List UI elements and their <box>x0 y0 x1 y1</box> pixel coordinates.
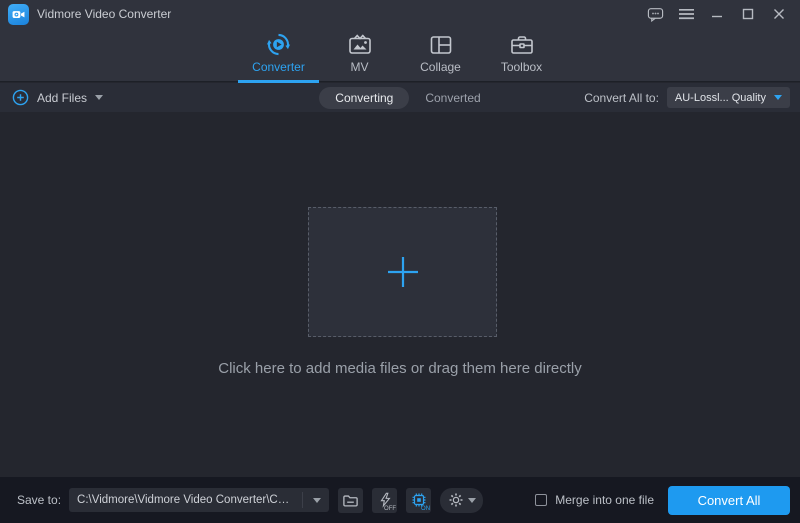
gpu-acceleration-state: ON <box>421 506 430 512</box>
tab-collage-label: Collage <box>420 60 461 74</box>
mv-icon <box>347 31 373 58</box>
main-nav: Converter MV <box>0 26 800 82</box>
format-chevron-down-icon <box>774 95 782 100</box>
merge-checkbox[interactable] <box>535 494 547 506</box>
save-path-input[interactable] <box>69 488 297 512</box>
collage-icon <box>428 31 454 58</box>
tab-converted[interactable]: Converted <box>425 91 480 105</box>
footer-bar: Save to: OFF ON <box>0 477 800 523</box>
feedback-icon[interactable] <box>644 4 666 24</box>
menu-icon[interactable] <box>675 4 697 24</box>
save-path-chevron-down-icon[interactable] <box>313 498 321 503</box>
hardware-acceleration-button[interactable]: OFF <box>372 488 397 513</box>
app-title: Vidmore Video Converter <box>37 7 171 21</box>
tab-mv-label: MV <box>351 60 369 74</box>
maximize-icon[interactable] <box>737 4 759 24</box>
app-window: Vidmore Video Converter <box>0 0 800 523</box>
media-dropzone[interactable] <box>308 207 497 337</box>
tab-mv[interactable]: MV <box>319 26 400 82</box>
settings-button[interactable] <box>440 488 483 513</box>
convert-all-to: Convert All to: AU-Lossl... Quality <box>584 83 790 112</box>
titlebar: Vidmore Video Converter <box>0 0 800 28</box>
window-controls <box>644 4 790 24</box>
tab-toolbox-label: Toolbox <box>501 60 542 74</box>
save-path-box <box>69 488 329 512</box>
tab-converter[interactable]: Converter <box>238 26 319 82</box>
tab-collage[interactable]: Collage <box>400 26 481 82</box>
main-area: Click here to add media files or drag th… <box>0 112 800 477</box>
open-folder-button[interactable] <box>338 488 363 513</box>
gpu-acceleration-button[interactable]: ON <box>406 488 431 513</box>
hardware-acceleration-state: OFF <box>384 506 396 512</box>
save-to-label: Save to: <box>17 493 61 507</box>
tab-toolbox[interactable]: Toolbox <box>481 26 562 82</box>
dropzone-hint: Click here to add media files or drag th… <box>0 360 800 377</box>
output-format-value: AU-Lossl... Quality <box>675 92 766 104</box>
app-logo-icon <box>8 4 29 25</box>
toolbar: Add Files Converting Converted Convert A… <box>0 83 800 112</box>
header: Vidmore Video Converter <box>0 0 800 82</box>
add-media-plus-icon <box>382 251 424 293</box>
settings-chevron-down-icon <box>468 498 476 503</box>
footer-right-group: Merge into one file Convert All <box>535 486 790 515</box>
convert-all-to-label: Convert All to: <box>584 91 659 105</box>
converter-icon <box>265 31 292 58</box>
merge-label: Merge into one file <box>555 493 654 507</box>
toolbox-icon <box>509 31 535 58</box>
tab-converting[interactable]: Converting <box>319 87 409 109</box>
tab-converter-label: Converter <box>252 60 305 74</box>
close-icon[interactable] <box>768 4 790 24</box>
path-divider <box>302 492 303 508</box>
minimize-icon[interactable] <box>706 4 728 24</box>
output-format-select[interactable]: AU-Lossl... Quality <box>667 87 790 108</box>
convert-all-button[interactable]: Convert All <box>668 486 790 515</box>
